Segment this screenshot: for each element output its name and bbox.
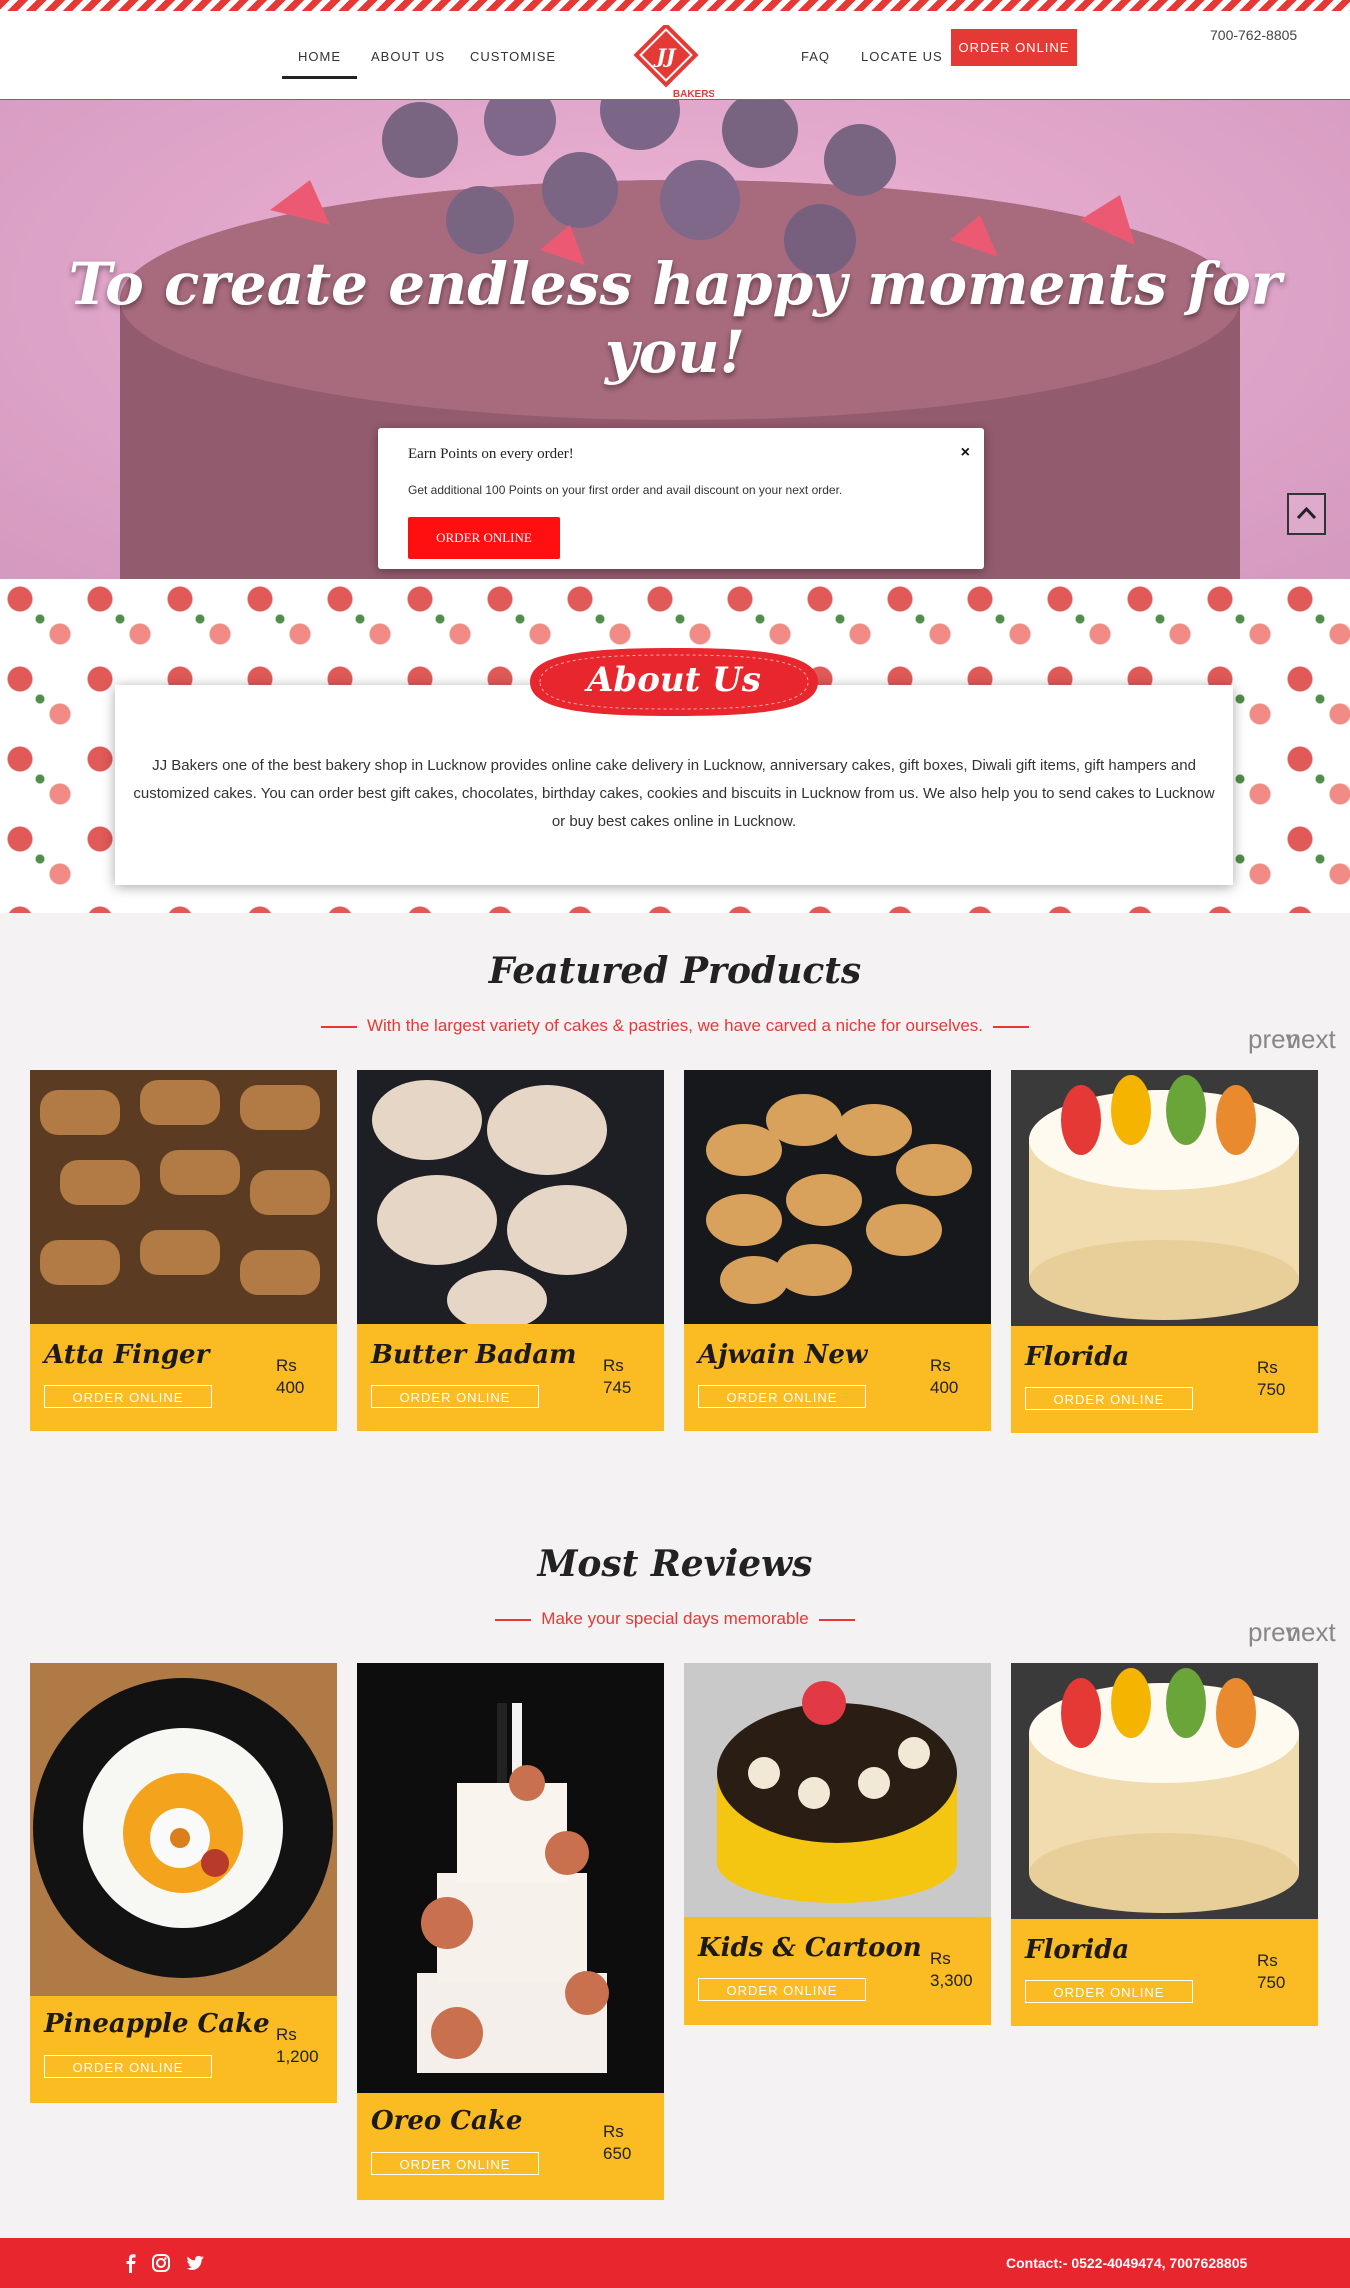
order-online-button[interactable]: ORDER ONLINE (371, 1385, 539, 1408)
price-value: 750 (1257, 1380, 1286, 1399)
popup-text: Get additional 100 Points on your first … (408, 483, 843, 497)
product-price: Rs 750 (1257, 1357, 1285, 1401)
product-name: Ajwain New (698, 1340, 868, 1370)
phone-number: 700-762-8805 (1210, 27, 1298, 43)
nav-about-us[interactable]: ABOUT US (371, 49, 445, 64)
jj-bakers-logo[interactable]: JJ BAKERS (628, 22, 715, 103)
subtitle-line-right (818, 1618, 855, 1621)
product-card[interactable]: Atta Finger ORDER ONLINE Rs 400 (30, 1070, 337, 1431)
price-value: 400 (276, 1378, 305, 1397)
points-popup: Earn Points on every order! × Get additi… (378, 428, 984, 569)
price-currency: Rs (276, 2025, 297, 2044)
popup-title: Earn Points on every order! (408, 446, 574, 462)
florida-cake-image (1011, 1070, 1318, 1326)
page: HOME ABOUT US CUSTOMISE JJ BAKERS FAQ LO… (0, 0, 1350, 2288)
order-online-button[interactable]: ORDER ONLINE (698, 1978, 866, 2001)
facebook-icon[interactable] (120, 2252, 142, 2274)
twitter-icon[interactable] (184, 2252, 206, 2274)
order-online-button[interactable]: ORDER ONLINE (44, 2055, 212, 2078)
product-card[interactable]: Pineapple Cake ORDER ONLINE Rs 1,200 (30, 1663, 337, 2103)
product-card[interactable]: Florida ORDER ONLINE Rs 750 (1011, 1663, 1318, 2026)
subtitle-line-left (320, 1025, 357, 1028)
product-card[interactable]: Kids & Cartoon ORDER ONLINE Rs 3,300 (684, 1663, 991, 2025)
scroll-to-top-button[interactable] (1287, 493, 1326, 535)
product-price: Rs 1,200 (276, 2024, 319, 2068)
price-value: 400 (930, 1378, 959, 1397)
product-price: Rs 3,300 (930, 1948, 973, 1992)
reviews-title: Most Reviews (537, 1543, 813, 1585)
nav-faq[interactable]: FAQ (801, 49, 830, 64)
featured-subtitle-text: With the largest variety of cakes & past… (366, 1016, 984, 1035)
product-card[interactable]: Ajwain New ORDER ONLINE Rs 400 (684, 1070, 991, 1431)
nav-home[interactable]: HOME (282, 49, 357, 79)
price-currency: Rs (930, 1949, 951, 1968)
kids-cartoon-cake-image (684, 1663, 991, 1917)
footer-contact: Contact:- 0522-4049474, 7007628805 (1006, 2255, 1248, 2271)
close-icon[interactable]: × (961, 444, 970, 462)
featured-next-button[interactable]: next (1287, 1024, 1336, 1054)
logo-subtext: BAKERS (673, 89, 714, 100)
order-online-button[interactable]: ORDER ONLINE (1025, 1980, 1193, 2003)
product-card[interactable]: Butter Badam ORDER ONLINE Rs 745 (357, 1070, 664, 1431)
product-name: Florida (1025, 1935, 1130, 1965)
price-currency: Rs (276, 1356, 297, 1375)
atta-finger-image (30, 1070, 337, 1324)
product-price: Rs 400 (276, 1355, 304, 1399)
header: HOME ABOUT US CUSTOMISE JJ BAKERS FAQ LO… (0, 11, 1350, 101)
about-text: JJ Bakers one of the best bakery shop in… (133, 757, 1215, 830)
product-name: Oreo Cake (371, 2106, 523, 2136)
order-online-button[interactable]: ORDER ONLINE (371, 2152, 539, 2175)
reviews-next-button[interactable]: next (1287, 1617, 1336, 1647)
order-online-button[interactable]: ORDER ONLINE (698, 1385, 866, 1408)
reviews-subtitle-text: Make your special days memorable (541, 1609, 809, 1628)
top-stripe (0, 0, 1350, 11)
product-name: Atta Finger (44, 1340, 210, 1370)
price-currency: Rs (930, 1356, 951, 1375)
footer: Contact:- 0522-4049474, 7007628805 (0, 2238, 1350, 2288)
order-online-button[interactable]: ORDER ONLINE (44, 1385, 212, 1408)
popup-order-online-button[interactable]: ORDER ONLINE (408, 517, 560, 559)
featured-title: Featured Products (488, 950, 862, 992)
pineapple-cake-image (30, 1663, 337, 1996)
subtitle-line-left (495, 1618, 532, 1621)
header-order-online-button[interactable]: ORDER ONLINE (951, 29, 1077, 66)
product-name: Pineapple Cake (44, 2009, 270, 2039)
ajwain-new-image (684, 1070, 991, 1324)
product-name: Butter Badam (371, 1340, 577, 1370)
nav-locate-us[interactable]: LOCATE US (861, 49, 943, 64)
product-card[interactable]: Oreo Cake ORDER ONLINE Rs 650 (357, 1663, 664, 2200)
product-price: Rs 750 (1257, 1950, 1285, 1994)
product-price: Rs 650 (603, 2121, 631, 2165)
hero-title: To create endless happy moments for you! (68, 250, 1282, 386)
price-currency: Rs (603, 2122, 624, 2141)
order-online-button[interactable]: ORDER ONLINE (1025, 1387, 1193, 1410)
product-price: Rs 400 (930, 1355, 958, 1399)
logo-text: JJ (653, 44, 677, 68)
product-card[interactable]: Florida ORDER ONLINE Rs 750 (1011, 1070, 1318, 1433)
product-price: Rs 745 (603, 1355, 631, 1399)
instagram-icon[interactable] (150, 2252, 172, 2274)
price-value: 1,200 (276, 2047, 319, 2066)
butter-badam-image (357, 1070, 664, 1324)
florida-cake-image (1011, 1663, 1318, 1919)
price-value: 750 (1257, 1973, 1286, 1992)
product-name: Florida (1025, 1342, 1130, 1372)
chevron-up-icon (1296, 506, 1317, 520)
reviews-subtitle: Make your special days memorable (0, 1609, 1350, 1629)
price-currency: Rs (1257, 1951, 1278, 1970)
product-name: Kids & Cartoon (698, 1933, 922, 1963)
price-value: 3,300 (930, 1971, 973, 1990)
oreo-cake-image (357, 1663, 664, 2093)
price-value: 745 (603, 1378, 632, 1397)
about-title: About Us (587, 660, 761, 700)
price-currency: Rs (1257, 1358, 1278, 1377)
featured-pager: prevnext (1248, 1024, 1336, 1055)
featured-subtitle: With the largest variety of cakes & past… (0, 1016, 1350, 1036)
nav-customise[interactable]: CUSTOMISE (470, 49, 556, 64)
reviews-pager: prevnext (1248, 1617, 1336, 1648)
price-currency: Rs (603, 1356, 624, 1375)
subtitle-line-right (993, 1025, 1030, 1028)
price-value: 650 (603, 2144, 632, 2163)
